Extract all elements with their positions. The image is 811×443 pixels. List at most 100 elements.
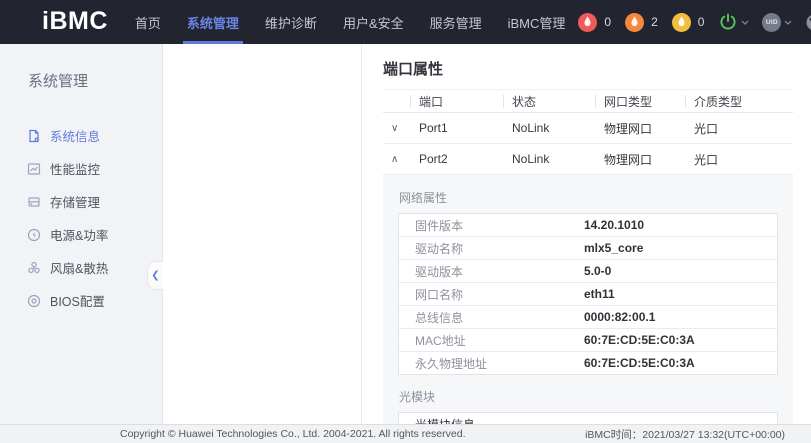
ibmc-time-label: iBMC时间： [585,429,642,441]
sidebar-item-label: 风扇&散热 [50,258,108,277]
cell-status: NoLink [503,152,595,166]
alarm-minor[interactable]: 0 [672,13,705,32]
nav-item-home[interactable]: 首页 [122,0,174,44]
globe-icon [805,13,811,32]
sidebar-item-fan-cooling[interactable]: 风扇&散热 [0,251,162,284]
sidebar-item-label: 存储管理 [50,192,100,211]
sidebar-title: 系统管理 [28,70,162,91]
table-row: MAC地址 60:7E:CD:5E:C0:3A [399,329,777,352]
alarm-critical[interactable]: 0 [578,13,611,32]
field-value: mlx5_core [584,241,777,255]
ibmc-logo: iBMC [42,7,108,36]
network-attributes-table: 固件版本 14.20.1010 驱动名称 mlx5_core 驱动版本 5.0-… [398,213,778,375]
chevron-down-icon [784,20,792,25]
field-label: 固件版本 [399,217,584,234]
port2-detail-panel: 网络属性 固件版本 14.20.1010 驱动名称 mlx5_core 驱动版本 [383,175,793,443]
language-dropdown[interactable]: 中文 [805,3,811,41]
storage-icon [27,195,41,209]
cell-port: Port2 [410,152,503,166]
nav-item-system-management[interactable]: 系统管理 [174,0,252,44]
footer: Copyright © Huawei Technologies Co., Ltd… [0,424,811,443]
major-alarm-count: 2 [651,15,658,29]
alarm-major[interactable]: 2 [625,13,658,32]
critical-alarm-count: 0 [604,15,611,29]
field-value: 14.20.1010 [584,218,777,232]
table-row: 驱动版本 5.0-0 [399,260,777,283]
table-row: 网口名称 eth11 [399,283,777,306]
power-icon [718,12,738,32]
column-header-media-type: 介质类型 [685,93,793,110]
field-label: 驱动版本 [399,263,584,280]
ibmc-time: iBMC时间：2021/03/27 13:32(UTC+00:00) [585,427,785,442]
critical-alarm-icon [578,13,597,32]
power-control-dropdown[interactable] [718,12,749,32]
field-value: 60:7E:CD:5E:C0:3A [584,333,777,347]
column-header-status: 状态 [503,93,595,110]
cell-port-type: 物理网口 [595,151,685,168]
column-header-port-type: 网口类型 [595,93,685,110]
secondary-panel [163,44,362,443]
optical-module-title: 光模块 [399,388,778,405]
power-meter-icon [27,228,41,242]
uid-icon: UID [762,13,781,32]
document-icon [27,129,41,143]
nav-item-service-management[interactable]: 服务管理 [417,0,495,44]
nav-item-user-security[interactable]: 用户&安全 [330,0,417,44]
sidebar-item-performance-monitor[interactable]: 性能监控 [0,152,162,185]
main-content: 端口属性 端口 状态 网口类型 介质类型 ∨ Port1 NoLink 物理网口… [362,44,811,443]
nav-item-ibmc-management[interactable]: iBMC管理 [495,0,579,44]
nav-item-maintenance-diagnosis[interactable]: 维护诊断 [252,0,330,44]
chevron-down-icon [741,20,749,25]
field-label: 永久物理地址 [399,355,584,372]
table-row: 固件版本 14.20.1010 [399,214,777,237]
table-row: 总线信息 0000:82:00.1 [399,306,777,329]
cell-status: NoLink [503,121,595,135]
line-chart-icon [27,162,41,176]
fan-icon [27,261,41,275]
field-label: 驱动名称 [399,240,584,257]
expand-chevron-icon[interactable]: ∨ [383,123,410,134]
sidebar-item-label: 系统信息 [50,126,100,145]
network-attributes-title: 网络属性 [399,189,778,206]
sidebar-item-power[interactable]: 电源&功率 [0,218,162,251]
top-navbar: iBMC 首页 系统管理 维护诊断 用户&安全 服务管理 iBMC管理 0 2 [0,0,811,44]
ibmc-app: iBMC 首页 系统管理 维护诊断 用户&安全 服务管理 iBMC管理 0 2 [0,0,811,443]
field-value: 0000:82:00.1 [584,310,777,324]
copyright-text: Copyright © Huawei Technologies Co., Ltd… [120,428,466,440]
sidebar-collapse-button[interactable]: ❮ [147,261,163,290]
main-menu: 首页 系统管理 维护诊断 用户&安全 服务管理 iBMC管理 [122,0,579,44]
minor-alarm-count: 0 [698,15,705,29]
table-row-port2[interactable]: ∧ Port2 NoLink 物理网口 光口 [383,144,793,175]
cell-port-type: 物理网口 [595,120,685,137]
field-label: 网口名称 [399,286,584,303]
minor-alarm-icon [672,13,691,32]
sidebar-item-bios-config[interactable]: BIOS配置 [0,284,162,317]
field-label: MAC地址 [399,332,584,349]
column-header-port: 端口 [410,93,503,110]
uid-indicator-dropdown[interactable]: UID [762,13,792,32]
field-label: 总线信息 [399,309,584,326]
sidebar-item-label: 电源&功率 [50,225,108,244]
cell-media-type: 光口 [685,120,793,137]
page-body: 系统管理 系统信息 性能监控 存储管理 [0,44,811,443]
cell-media-type: 光口 [685,151,793,168]
cell-port: Port1 [410,121,503,135]
port-table-header: 端口 状态 网口类型 介质类型 [383,89,793,113]
port-table: 端口 状态 网口类型 介质类型 ∨ Port1 NoLink 物理网口 光口 ∧… [383,89,793,443]
sidebar-item-label: BIOS配置 [50,291,105,310]
table-row-port1[interactable]: ∨ Port1 NoLink 物理网口 光口 [383,113,793,144]
collapse-chevron-icon[interactable]: ∧ [383,154,410,165]
table-row: 驱动名称 mlx5_core [399,237,777,260]
sidebar-item-label: 性能监控 [50,159,100,178]
field-value: 5.0-0 [584,264,777,278]
major-alarm-icon [625,13,644,32]
bios-icon [27,294,41,308]
ibmc-time-value: 2021/03/27 13:32(UTC+00:00) [642,429,785,441]
field-value: 60:7E:CD:5E:C0:3A [584,356,777,370]
sidebar: 系统管理 系统信息 性能监控 存储管理 [0,44,163,443]
sidebar-item-storage-management[interactable]: 存储管理 [0,185,162,218]
field-value: eth11 [584,287,777,301]
sidebar-item-system-info[interactable]: 系统信息 [0,119,162,152]
page-title: 端口属性 [383,58,811,79]
table-row: 永久物理地址 60:7E:CD:5E:C0:3A [399,352,777,374]
